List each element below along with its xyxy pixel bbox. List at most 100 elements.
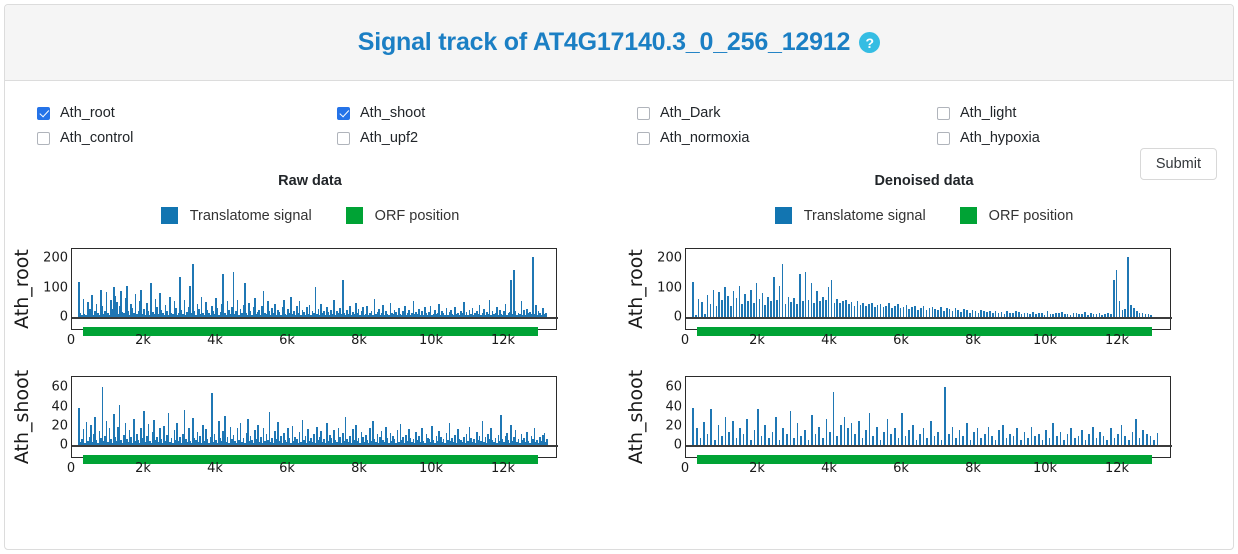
signal-bar — [787, 296, 790, 318]
checkbox-empty-icon[interactable] — [337, 131, 350, 145]
x-axis-ticks: 0 2k 4k 6k 8k 10k 12k — [681, 330, 1171, 352]
signal-bar — [1023, 432, 1026, 446]
signal-bar — [709, 303, 712, 318]
signal-bar — [1135, 418, 1137, 446]
y-tick-label: 200 — [657, 250, 682, 266]
checkbox-label: Ath_Dark — [660, 105, 721, 121]
legend-swatch-blue — [160, 207, 178, 224]
checkbox-ath_upf2[interactable]: Ath_upf2 — [337, 129, 637, 147]
title-wrap: Signal track of AT4G17140.3_0_256_12912 … — [358, 28, 881, 57]
signal-bar — [744, 293, 746, 318]
baseline — [72, 316, 558, 319]
x-tick-label: 12k — [490, 461, 516, 476]
signal-bar — [847, 428, 849, 446]
checkbox-ath_dark[interactable]: Ath_Dark — [637, 104, 937, 122]
signal-bar — [818, 426, 821, 446]
signal-bar — [896, 304, 899, 318]
y-tick-label: 20 — [51, 418, 68, 434]
signal-bar — [801, 300, 804, 318]
checkbox-checked-icon[interactable] — [37, 106, 50, 120]
legend-entry: Translatome signal — [160, 207, 312, 224]
x-tick-label: 4k — [821, 333, 837, 348]
checkbox-ath_shoot[interactable]: Ath_shoot — [337, 104, 637, 122]
checkbox-empty-icon[interactable] — [37, 131, 50, 145]
checkbox-ath_hypoxia[interactable]: Ath_hypoxia — [937, 129, 1237, 147]
signal-bar — [78, 408, 81, 446]
checkbox-checked-icon[interactable] — [337, 106, 350, 120]
signal-bar — [735, 297, 738, 318]
signal-bar — [757, 409, 759, 446]
dataset-selection-area: Ath_root Ath_shoot Ath_Dark Ath_light Ath_co… — [5, 82, 1233, 147]
signal-bar — [804, 430, 806, 446]
checkbox-empty-icon[interactable] — [937, 131, 950, 145]
x-tick-label: 8k — [965, 333, 981, 348]
plot-area — [685, 248, 1172, 336]
signal-bar — [101, 387, 104, 446]
legend-label: ORF position — [374, 207, 460, 224]
signal-bar — [879, 303, 882, 318]
column-denoised: Denoised data Translatome signal ORF posit… — [619, 173, 1233, 480]
x-tick-label: 6k — [893, 333, 909, 348]
signal-bar — [755, 283, 758, 318]
panel-header: Signal track of AT4G17140.3_0_256_12912 … — [5, 5, 1233, 81]
signal-bar — [1081, 430, 1083, 446]
checkbox-ath_control[interactable]: Ath_control — [37, 129, 337, 147]
checkbox-ath_root[interactable]: Ath_root — [37, 104, 337, 122]
x-axis-ticks: 0 2k 4k 6k 8k 10k 12k — [681, 458, 1171, 480]
y-tick-label: 60 — [665, 379, 682, 395]
signal-bar — [210, 393, 213, 446]
signal-bar — [958, 430, 961, 446]
signal-bar — [696, 428, 698, 446]
x-axis-ticks: 0 2k 4k 6k 8k 10k 12k — [67, 330, 557, 352]
signal-bar — [804, 272, 807, 318]
signal-bar — [710, 409, 713, 446]
signal-bar — [836, 299, 839, 318]
signal-bar — [1092, 426, 1094, 446]
x-tick-label: 8k — [351, 333, 367, 348]
signal-bar — [1045, 430, 1047, 446]
x-tick-label: 10k — [418, 461, 444, 476]
question-mark-icon[interactable]: ? — [859, 32, 881, 53]
signal-bar — [790, 302, 792, 318]
checkbox-ath_normoxia[interactable]: Ath_normoxia — [637, 129, 937, 147]
signal-bar — [832, 392, 835, 446]
signal-bar — [888, 303, 890, 318]
plot-area — [71, 376, 558, 464]
signal-bar — [747, 300, 749, 318]
signal-bar — [692, 282, 695, 318]
checkbox-ath_light[interactable]: Ath_light — [937, 104, 1237, 122]
x-tick-label: 0 — [680, 333, 690, 348]
signal-bar — [712, 290, 715, 318]
signal-bar — [222, 273, 225, 318]
signal-bar — [1112, 279, 1115, 318]
legend-entry: ORF position — [959, 207, 1073, 224]
y-tick-label: 0 — [673, 437, 682, 453]
checkbox-empty-icon[interactable] — [937, 106, 950, 120]
signal-bar — [727, 295, 729, 318]
y-tick-label: 20 — [665, 418, 682, 434]
signal-bar — [1099, 432, 1101, 446]
legend-entry: Translatome signal — [774, 207, 926, 224]
signal-bar — [876, 426, 878, 446]
x-tick-label: 8k — [351, 461, 367, 476]
signal-bar — [775, 417, 777, 446]
y-axis-label: Ath_shoot — [11, 369, 34, 465]
signal-bar — [750, 289, 752, 318]
checkbox-empty-icon[interactable] — [637, 106, 650, 120]
checkbox-label: Ath_normoxia — [660, 130, 750, 146]
checkbox-empty-icon[interactable] — [637, 131, 650, 145]
signal-bar — [930, 420, 932, 446]
signal-bar — [1110, 428, 1112, 446]
signal-bar — [850, 422, 853, 446]
signal-bar — [697, 298, 700, 318]
signal-bar — [825, 418, 828, 446]
signal-bar — [987, 426, 990, 446]
signal-bar — [842, 301, 844, 318]
legend-label: Translatome signal — [803, 207, 926, 224]
signal-bar — [810, 282, 813, 318]
signal-bar — [850, 302, 853, 318]
signal-bar — [856, 300, 859, 318]
signal-bar — [771, 432, 774, 446]
signal-bar — [840, 424, 842, 446]
signal-bar — [912, 424, 914, 446]
